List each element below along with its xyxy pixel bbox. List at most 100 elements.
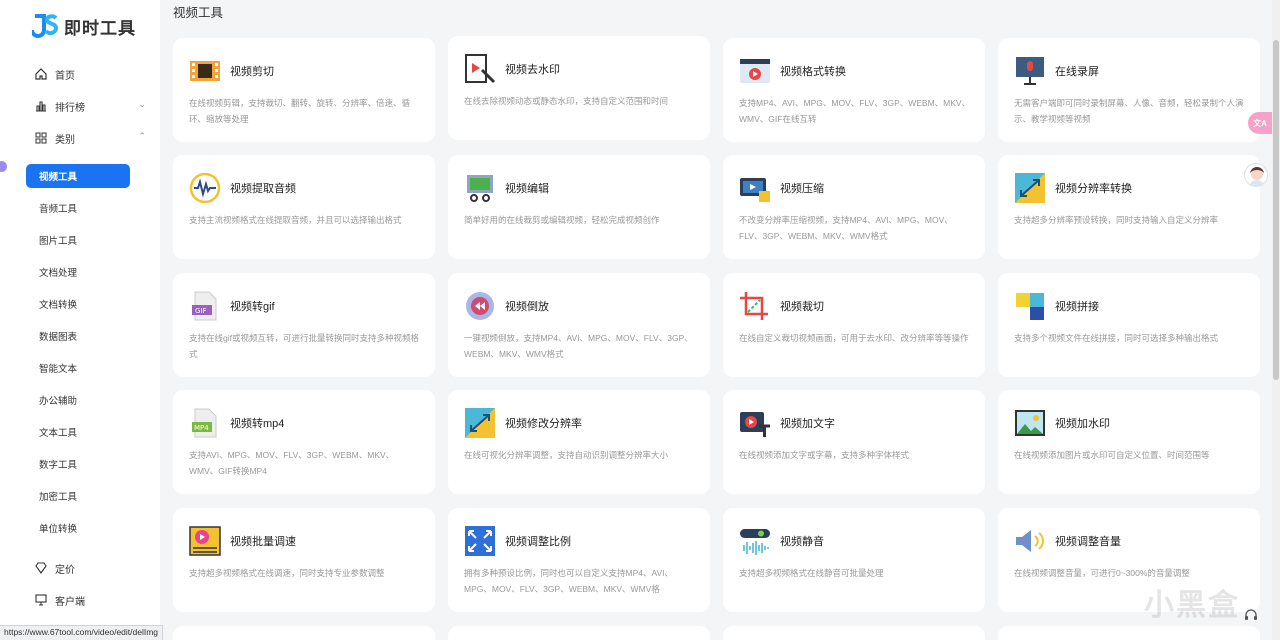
tool-desc: 在线视频剪辑，支持裁切、翻转、旋转、分辨率、倍速、循环、缩放等处理 [189,98,411,124]
tool-title: 视频加水印 [1055,418,1110,430]
tool-card[interactable]: MP4 视频转mp4 支持AVI、MPG、MOV、FLV、3GP、WEBM、MK… [173,390,435,494]
video-window-icon [740,59,770,83]
tool-card[interactable] [173,626,435,640]
nav-home[interactable]: 首页 [34,64,150,84]
avatar-face-icon [1249,167,1265,186]
tool-card[interactable]: GIF 视频转gif 支持在线gif或视频互转，可进行批量转换同时支持多种视频格… [173,273,435,377]
sidebar: 即时工具 首页 排行榜 ⌄ 类别 ⌃ 视频工具 音频工具 图片工具 文档处理 文… [0,0,160,640]
tool-desc: 在线自定义裁切视频画面，可用于去水印、改分辨率等等操作 [739,333,969,343]
mute-icon [740,529,770,555]
tool-title: 视频转mp4 [230,418,285,430]
app-name: 即时工具 [64,18,136,38]
tool-card[interactable]: 视频格式转换 支持MP4、AVI、MPG、MOV、FLV、3GP、WEBM、MK… [723,38,985,142]
tool-title: 视频调整比例 [505,536,571,548]
tool-title: 视频去水印 [505,64,560,76]
category-item[interactable]: 数据图表 [26,324,130,348]
film-strip-icon [190,61,220,81]
avatar[interactable] [1244,163,1268,187]
tool-title: 视频提取音频 [230,183,296,195]
category-item[interactable]: 智能文本 [26,356,130,380]
tool-desc: 一键视频倒放，支持MP4、AVI、MPG、MOV、FLV、3GP、WEBM、MK… [464,333,693,359]
nav-home-label: 首页 [55,70,75,82]
scrollbar[interactable] [1272,0,1280,640]
category-item[interactable]: 文本工具 [26,420,130,444]
tool-card[interactable]: 视频调整比例 拥有多种预设比例，同时也可以自定义支持MP4、AVI、MPG、MO… [448,508,710,612]
tool-card[interactable]: 视频批量调速 支持超多视频格式在线调速，同时支持专业参数调整 [173,508,435,612]
tool-card[interactable]: 视频剪切 在线视频剪辑，支持裁切、翻转、旋转、分辨率、倍速、循环、缩放等处理 [173,38,435,142]
tool-desc: 在线可视化分辨率调整，支持自动识别调整分辨率大小 [464,450,669,460]
category-item[interactable]: 数字工具 [26,452,130,476]
logo[interactable]: 即时工具 [32,12,136,40]
tool-title: 视频加文字 [780,418,835,430]
tool-desc: 支持主流视频格式在线提取音频，并且可以选择输出格式 [189,215,402,225]
aspect-ratio-icon [465,526,495,556]
tool-card[interactable] [448,626,710,640]
tool-card[interactable]: 视频分辨率转换 支持超多分辨率预设转换，同时支持输入自定义分辨率 [998,155,1260,259]
nav-ranking[interactable]: 排行榜 ⌄ [34,96,150,116]
category-item[interactable]: 音频工具 [26,196,130,220]
tool-title: 视频批量调速 [230,536,296,548]
tool-desc: 在线视频添加图片或水印可自定义位置、时间范围等 [1014,450,1210,460]
tool-card[interactable]: 在线录屏 无需客户端即可同时录制屏幕、人像、音频，轻松录制个人演示、教学视频等视… [998,38,1260,142]
tool-desc: 支持超多视频格式在线静音可批量处理 [739,568,884,578]
video-text-icon [740,412,770,437]
category-item[interactable]: 单位转换 [26,516,130,540]
category-item[interactable]: 加密工具 [26,484,130,508]
tool-card[interactable]: 视频压缩 不改变分辨率压缩视频，支持MP4、AVI、MPG、MOV、FLV、3G… [723,155,985,259]
tool-desc: 支持多个视频文件在线拼接，同时可选择多种输出格式 [1014,333,1219,343]
category-item[interactable]: 视频工具 [26,164,130,188]
tool-title: 视频剪切 [230,66,274,78]
monitor-icon [34,594,47,607]
chevron-down-icon: ⌄ [138,99,146,109]
category-item[interactable]: 文档处理 [26,260,130,284]
tool-card[interactable]: 视频编辑 简单好用的在线裁剪或编辑视频，轻松完成视频创作 [448,155,710,259]
scroll-thumb[interactable] [1273,40,1279,380]
tool-card[interactable]: 视频加文字 在线视频添加文字或字幕，支持多种字体样式 [723,390,985,494]
category-item[interactable]: 文档转换 [26,292,130,316]
tool-title: 视频压缩 [780,183,824,195]
tool-card[interactable] [723,626,985,640]
resize-arrow-icon [465,408,495,438]
bar-chart-icon [34,100,47,113]
tool-card[interactable]: 视频倒放 一键视频倒放，支持MP4、AVI、MPG、MOV、FLV、3GP、WE… [448,273,710,377]
nav-category[interactable]: 类别 ⌃ [34,128,150,148]
speaker-icon [1016,530,1044,552]
tool-title: 在线录屏 [1055,66,1099,78]
mp4-file-icon: MP4 [192,408,217,438]
tool-desc: 简单好用的在线裁剪或编辑视频，轻松完成视频创作 [464,215,660,225]
grid-icon [34,132,47,145]
svg-text:MP4: MP4 [194,424,209,432]
logo-icon [32,14,58,38]
crop-icon [740,292,768,320]
diamond-icon [34,562,47,575]
tool-card[interactable]: 视频提取音频 支持主流视频格式在线提取音频，并且可以选择输出格式 [173,155,435,259]
tool-card[interactable]: 视频加水印 在线视频添加图片或水印可自定义位置、时间范围等 [998,390,1260,494]
category-item[interactable]: 图片工具 [26,228,130,252]
tool-desc: 在线视频添加文字或字幕，支持多种字体样式 [739,450,910,460]
tool-card[interactable]: 视频静音 支持超多视频格式在线静音可批量处理 [723,508,985,612]
tool-card[interactable]: 视频拼接 支持多个视频文件在线拼接，同时可选择多种输出格式 [998,273,1260,377]
magic-wand-icon [465,54,496,84]
tool-card[interactable]: 视频去水印 在线去除视频动态或静态水印，支持自定义范围和时间 [448,36,710,140]
tool-desc: 支持超多分辨率预设转换，同时支持输入自定义分辨率 [1014,215,1219,225]
microphone-icon [1016,57,1044,85]
svg-text:GIF: GIF [195,307,207,315]
rewind-icon [466,292,494,320]
video-compress-icon [740,178,770,202]
resize-arrow-icon [1015,173,1045,203]
nav-pricing[interactable]: 定价 [34,558,150,578]
tool-title: 视频拼接 [1055,301,1099,313]
tool-card[interactable] [998,626,1260,640]
tool-card[interactable]: 视频裁切 在线自定义裁切视频画面，可用于去水印、改分辨率等等操作 [723,273,985,377]
tool-title: 视频调整音量 [1055,536,1121,548]
headset-icon[interactable] [1244,608,1258,625]
translate-badge[interactable]: 文A [1248,112,1272,134]
category-item[interactable]: 办公辅助 [26,388,130,412]
status-bar-url: https://www.67tool.com/video/edit/delImg [0,625,164,640]
nav-client[interactable]: 客户端 [34,590,150,610]
tool-desc: 支持超多视频格式在线调速，同时支持专业参数调整 [189,568,385,578]
tool-desc: 支持AVI、MPG、MOV、FLV、3GP、WEBM、MKV、WMV、GIF转换… [189,450,395,476]
tool-desc: 在线去除视频动态或静态水印，支持自定义范围和时间 [464,96,669,106]
tool-card[interactable]: 视频修改分辨率 在线可视化分辨率调整，支持自动识别调整分辨率大小 [448,390,710,494]
tool-desc: 支持MP4、AVI、MPG、MOV、FLV、3GP、WEBM、MKV、WMV、G… [739,98,971,124]
